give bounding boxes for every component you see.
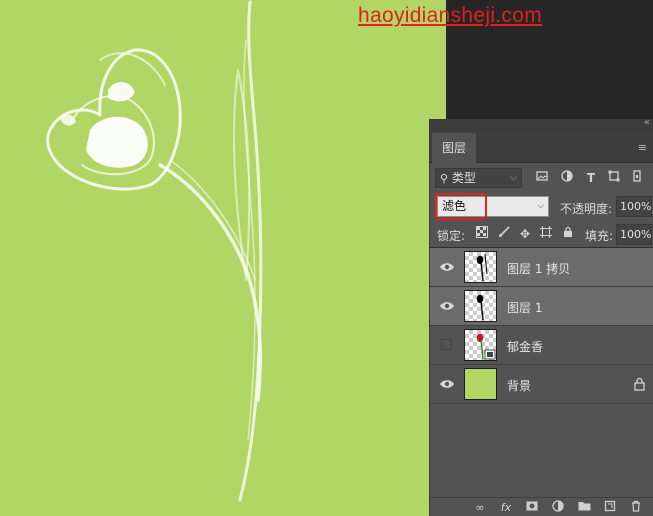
link-icon[interactable]: ∞ [472,500,488,516]
lock-paint-icon[interactable] [496,226,512,242]
tab-layers[interactable]: 图层 [432,133,476,164]
tulip-artwork [46,0,263,502]
adjustment-filter-icon[interactable] [558,169,576,187]
panel-menu-icon[interactable]: ≡ [638,141,647,154]
lock-transparent-icon[interactable] [474,226,490,242]
eye-icon[interactable] [439,260,455,274]
lock-icon [634,377,645,391]
fill-field[interactable]: 100% [616,224,652,245]
layers-list: 图层 1 拷贝 图层 1 郁金香 背景 [430,247,653,404]
folder-icon[interactable] [576,500,592,516]
shape-filter-icon[interactable] [605,169,623,187]
lock-artboard-icon[interactable] [538,226,554,242]
layer-name: 图层 1 拷贝 [507,262,571,276]
layer-name: 图层 1 [507,301,543,315]
layer-name: 背景 [507,379,532,393]
lock-position-icon[interactable]: ✥ [517,226,533,242]
smart-object-filter-icon[interactable] [628,169,646,187]
blend-row: 滤色 ⌵ 不透明度: 100% [430,193,653,220]
adjustment-icon[interactable] [550,500,566,516]
visibility-toggle[interactable] [441,339,452,350]
collapse-icon[interactable]: « [644,117,650,128]
fx-icon[interactable]: fx [498,500,514,516]
blend-mode-value: 滤色 [442,199,467,213]
lock-label: 锁定: [437,229,466,243]
panel-header-bar: « [430,117,653,131]
search-icon: ⚲ [440,172,449,185]
layer-row[interactable]: 背景 [430,365,653,404]
opacity-field[interactable]: 100% [616,196,652,217]
lock-row: 锁定: ✥ 填充: 100% [430,221,653,247]
watermark-text: haoyidiansheji.com [358,4,543,27]
fill-label: 填充: [585,229,614,243]
layer-row[interactable]: 图层 1 拷贝 [430,248,653,287]
layer-row[interactable]: 图层 1 [430,287,653,326]
chevron-down-icon: ⌵ [510,173,517,183]
filter-row: ⚲ 类型 ⌵ T [430,164,653,190]
layer-thumbnail [464,290,497,322]
filter-type-label: 类型 [451,171,476,185]
layer-thumbnail [464,251,497,283]
layer-row[interactable]: 郁金香 [430,326,653,365]
panel-footer: ∞ fx [430,497,653,516]
layer-name: 郁金香 [507,340,544,354]
opacity-label: 不透明度: [560,202,613,216]
lock-all-icon[interactable] [560,226,576,242]
new-layer-icon[interactable] [602,500,618,516]
layer-thumbnail [464,329,497,361]
chevron-down-icon: ⌵ [537,201,544,211]
type-filter-icon[interactable]: T [582,169,600,187]
eye-icon[interactable] [439,299,455,313]
layer-filter-select[interactable]: ⚲ 类型 ⌵ [435,168,522,188]
trash-icon[interactable] [628,500,644,516]
blend-mode-select[interactable]: 滤色 ⌵ [437,196,549,217]
layer-thumbnail [464,368,497,400]
image-filter-icon[interactable] [533,169,551,187]
mask-icon[interactable] [524,500,540,516]
panel-tab-bar: 图层 ≡ [430,131,653,164]
eye-icon[interactable] [439,377,455,391]
document-canvas[interactable] [0,0,446,516]
layers-panel: « 图层 ≡ ⚲ 类型 ⌵ T 滤色 ⌵ 不透明度: 100% 锁定: ✥ 填充… [429,117,653,516]
